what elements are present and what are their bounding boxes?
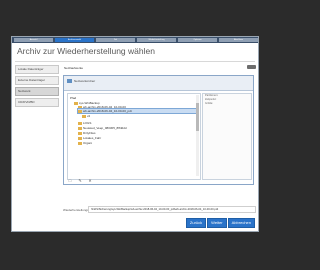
folder-icon <box>78 131 82 135</box>
tree-item[interactable]: Organi <box>78 141 92 145</box>
archive-info-box: Partitionen: Zeitpunkt: Größe: <box>202 93 252 180</box>
browser-header-label: Netzwerkordner <box>74 79 96 83</box>
tree-item[interactable]: LOGS <box>78 121 91 125</box>
folder-icon <box>78 109 82 113</box>
browser-toolbar: □ ✎ ✕ <box>68 179 92 184</box>
wizard-footer: Zurück Weiter Abbrechen <box>185 218 255 228</box>
next-button[interactable]: Weiter <box>207 218 227 228</box>
sidebar-item-external[interactable]: Externe Datenträger <box>15 76 59 85</box>
folder-tree[interactable]: Pfad sys-WinBackup wb-archiv-2018-06-04_… <box>67 93 201 180</box>
sidebar-item-local[interactable]: Lokale Datenträger <box>15 65 59 74</box>
title-divider <box>15 61 255 62</box>
step-finish: Abschluss <box>219 38 258 42</box>
tree-item[interactable]: Lokales_Fahr <box>78 136 101 140</box>
folder-icon <box>82 114 86 118</box>
archive-panel: Netzlaufwerke Netzwerkordner Pfad sys-Wi… <box>62 64 257 197</box>
edit-icon[interactable]: ✎ <box>78 179 82 183</box>
folder-icon <box>78 126 82 130</box>
cancel-button[interactable]: Abbrechen <box>227 218 255 228</box>
browser-header: Netzwerkordner <box>64 76 253 91</box>
step-archive: Archivauswahl <box>55 38 94 42</box>
tree-scrollbar[interactable] <box>196 95 199 176</box>
filter-label: Netzlaufwerke <box>64 66 84 70</box>
tree-item[interactable]: Neuwied_Veep_080305_8f6fddd <box>78 126 127 130</box>
sidebar-item-optical[interactable]: CD/DVD/BD <box>15 98 59 107</box>
location-sidebar: Lokale Datenträger Externe Datenträger N… <box>15 65 59 109</box>
network-browser: Netzwerkordner Pfad sys-WinBackup wb-arc… <box>63 75 254 185</box>
step-restore: Wiederherstellung <box>137 38 176 42</box>
step-select: Auswahl <box>14 38 53 42</box>
filter-toggle[interactable] <box>247 65 256 69</box>
back-button[interactable]: Zurück <box>185 218 207 228</box>
restore-path-field[interactable]: \\NAS\Sicherung\sys-WinBackup\wb-archiv-… <box>88 206 256 213</box>
tree-item-selected[interactable]: wb-archiv-2018-06-04_10-00-00_pdt <box>77 108 197 114</box>
window-title: Archiv zur Wiederherstellung wählen <box>17 46 155 56</box>
info-size: Größe: <box>205 102 214 105</box>
scrollbar-thumb[interactable] <box>196 103 199 131</box>
tree-item[interactable]: v2 <box>82 114 90 118</box>
new-folder-icon[interactable]: □ <box>68 179 72 183</box>
sidebar-item-network[interactable]: Netzwerk <box>15 87 59 96</box>
network-folder-icon <box>67 79 72 83</box>
delete-icon[interactable]: ✕ <box>88 179 92 183</box>
restore-wizard-window: Auswahl Archivauswahl Ziel Wiederherstel… <box>11 36 259 232</box>
folder-icon <box>78 141 82 145</box>
tree-path-root: Pfad <box>70 96 77 100</box>
step-target: Ziel <box>96 38 135 42</box>
step-options: Optionen <box>178 38 217 42</box>
folder-icon <box>78 121 82 125</box>
wizard-steps: Auswahl Archivauswahl Ziel Wiederherstel… <box>12 37 258 43</box>
folder-icon <box>78 136 82 140</box>
tree-item[interactable]: DirtyFiles <box>78 131 96 135</box>
